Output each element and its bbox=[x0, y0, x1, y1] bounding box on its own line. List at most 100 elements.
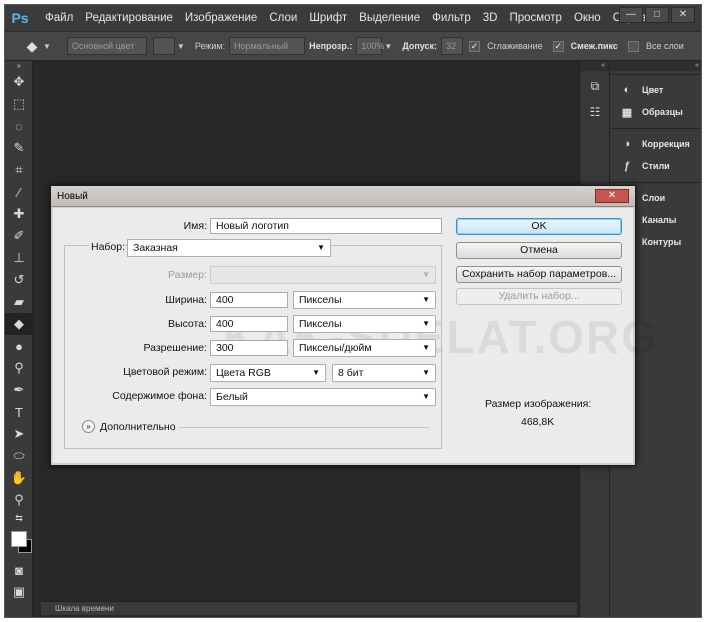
width-unit-value: Пикселы bbox=[299, 294, 342, 306]
blur-tool-icon[interactable]: ● bbox=[5, 335, 33, 357]
background-select[interactable]: Белый ▼ bbox=[210, 388, 436, 406]
menu-image[interactable]: Изображение bbox=[179, 12, 263, 24]
background-label: Содержимое фона: bbox=[112, 390, 207, 402]
swap-colors-icon[interactable]: ⇆ bbox=[5, 511, 33, 525]
collapse-panels-icon[interactable]: « bbox=[610, 61, 701, 71]
foreground-color-swatch[interactable] bbox=[11, 531, 27, 547]
height-input[interactable]: 400 bbox=[210, 316, 288, 332]
brush-tool-icon[interactable]: ✐ bbox=[5, 225, 33, 247]
contiguous-label: Смеж.пикс bbox=[570, 41, 618, 51]
width-input[interactable]: 400 bbox=[210, 292, 288, 308]
quick-selection-tool-icon[interactable]: ✎ bbox=[5, 137, 33, 159]
lasso-tool-icon[interactable]: ◌ bbox=[5, 115, 33, 137]
height-unit-value: Пикселы bbox=[299, 318, 342, 330]
marquee-tool-icon[interactable]: ⬚ bbox=[5, 93, 33, 115]
paint-bucket-icon[interactable]: ◆ bbox=[23, 37, 41, 55]
resolution-unit-select[interactable]: Пикселы/дюйм ▼ bbox=[293, 339, 436, 357]
blend-mode-select[interactable]: Нормальный bbox=[229, 37, 306, 55]
collapse-toolbar-icon[interactable]: » bbox=[5, 61, 33, 71]
panel-label: Каналы bbox=[642, 215, 677, 225]
pattern-picker[interactable] bbox=[152, 37, 175, 55]
expand-advanced-icon[interactable]: » bbox=[82, 420, 95, 433]
zoom-tool-icon[interactable]: ⚲ bbox=[5, 489, 33, 511]
clone-stamp-tool-icon[interactable]: ⊥ bbox=[5, 247, 33, 269]
chevron-down-icon[interactable]: ▼ bbox=[177, 42, 185, 51]
tolerance-input[interactable]: 32 bbox=[441, 37, 464, 55]
menu-view[interactable]: Просмотр bbox=[503, 12, 568, 24]
antialias-checkbox[interactable]: ✓ bbox=[469, 40, 481, 52]
timeline-panel[interactable]: Шкала времени bbox=[41, 601, 577, 615]
chevron-down-icon[interactable]: ▼ bbox=[43, 42, 51, 51]
menu-type[interactable]: Шрифт bbox=[303, 12, 353, 24]
menu-3d[interactable]: 3D bbox=[477, 12, 504, 24]
history-brush-tool-icon[interactable]: ↺ bbox=[5, 269, 33, 291]
dialog-close-button[interactable]: ✕ bbox=[595, 189, 629, 203]
ellipse-tool-icon[interactable]: ⬭ bbox=[5, 445, 33, 467]
window-controls: — □ ✕ bbox=[619, 7, 695, 23]
history-icon[interactable]: ⧉ bbox=[582, 75, 608, 97]
mode-label: Режим: bbox=[194, 41, 226, 51]
panel-label: Цвет bbox=[642, 85, 664, 95]
hand-tool-icon[interactable]: ✋ bbox=[5, 467, 33, 489]
advanced-toggle[interactable]: Дополнительно bbox=[100, 421, 176, 433]
menu-layers[interactable]: Слои bbox=[263, 12, 303, 24]
panel-tab-swatches[interactable]: ▦ Образцы bbox=[610, 101, 701, 123]
menu-edit[interactable]: Редактирование bbox=[79, 12, 179, 24]
all-layers-checkbox[interactable] bbox=[627, 40, 639, 52]
pen-tool-icon[interactable]: ✒ bbox=[5, 379, 33, 401]
ok-button[interactable]: OK bbox=[456, 218, 622, 235]
type-tool-icon[interactable]: T bbox=[5, 401, 33, 423]
preset-select[interactable]: Заказная ▼ bbox=[127, 239, 331, 257]
new-document-dialog: Новый ✕ KAK-SDELAT.ORG Имя: Новый логоти… bbox=[50, 185, 657, 466]
close-window-button[interactable]: ✕ bbox=[671, 7, 695, 23]
eraser-tool-icon[interactable]: ▰ bbox=[5, 291, 33, 313]
opacity-input[interactable]: 100% bbox=[356, 37, 384, 55]
panel-tab-styles[interactable]: ƒ Стили bbox=[610, 155, 701, 177]
menu-bar: Ps Файл Редактирование Изображение Слои … bbox=[5, 5, 701, 31]
contiguous-checkbox[interactable]: ✓ bbox=[552, 40, 564, 52]
size-label: Размер: bbox=[167, 269, 207, 281]
chevron-down-icon: ▼ bbox=[422, 270, 430, 279]
healing-brush-tool-icon[interactable]: ✚ bbox=[5, 203, 33, 225]
quick-mask-icon[interactable]: ◙ bbox=[5, 559, 33, 581]
bit-depth-select[interactable]: 8 бит ▼ bbox=[332, 364, 436, 382]
maximize-button[interactable]: □ bbox=[645, 7, 669, 23]
color-mode-value: Цвета RGB bbox=[216, 367, 271, 379]
adjustments-icon: ◑ bbox=[623, 138, 631, 150]
name-input[interactable]: Новый логотип bbox=[210, 218, 442, 234]
width-unit-select[interactable]: Пикселы ▼ bbox=[293, 291, 436, 309]
cancel-button[interactable]: Отмена bbox=[456, 242, 622, 259]
eyedropper-tool-icon[interactable]: ⁄ bbox=[5, 181, 33, 203]
height-label: Высота: bbox=[168, 318, 207, 330]
height-unit-select[interactable]: Пикселы ▼ bbox=[293, 315, 436, 333]
panel-tab-adjustments[interactable]: ◑ Коррекция bbox=[610, 133, 701, 155]
fill-source-select[interactable]: Основной цвет bbox=[66, 37, 147, 55]
preset-value: Заказная bbox=[133, 242, 178, 254]
menu-filter[interactable]: Фильтр bbox=[426, 12, 477, 24]
crop-tool-icon[interactable]: ⌗ bbox=[5, 159, 33, 181]
minimize-button[interactable]: — bbox=[619, 7, 643, 23]
screen-mode-icon[interactable]: ▣ bbox=[5, 581, 33, 603]
width-label: Ширина: bbox=[165, 294, 207, 306]
dodge-tool-icon[interactable]: ⚲ bbox=[5, 357, 33, 379]
resolution-input[interactable]: 300 bbox=[210, 340, 288, 356]
tolerance-label: Допуск: bbox=[402, 41, 438, 51]
chevron-down-icon: ▼ bbox=[422, 343, 430, 352]
background-value: Белый bbox=[216, 391, 248, 403]
panel-tab-color[interactable]: ◐ Цвет bbox=[610, 79, 701, 101]
chevron-down-icon[interactable]: ▼ bbox=[384, 42, 392, 51]
path-selection-tool-icon[interactable]: ➤ bbox=[5, 423, 33, 445]
all-layers-label: Все слои bbox=[645, 41, 684, 51]
menu-window[interactable]: Окно bbox=[568, 12, 607, 24]
move-tool-icon[interactable]: ✥ bbox=[5, 71, 33, 93]
name-label: Имя: bbox=[183, 220, 207, 232]
color-mode-select[interactable]: Цвета RGB ▼ bbox=[210, 364, 326, 382]
collapse-dock-icon[interactable]: « bbox=[580, 61, 609, 71]
save-preset-button[interactable]: Сохранить набор параметров... bbox=[456, 266, 622, 283]
menu-select[interactable]: Выделение bbox=[353, 12, 426, 24]
paint-bucket-tool-icon[interactable]: ◆ bbox=[5, 313, 33, 335]
menu-file[interactable]: Файл bbox=[39, 12, 79, 24]
chevron-down-icon: ▼ bbox=[422, 368, 430, 377]
properties-icon[interactable]: ☷ bbox=[582, 101, 608, 123]
size-select[interactable]: ▼ bbox=[210, 266, 436, 284]
